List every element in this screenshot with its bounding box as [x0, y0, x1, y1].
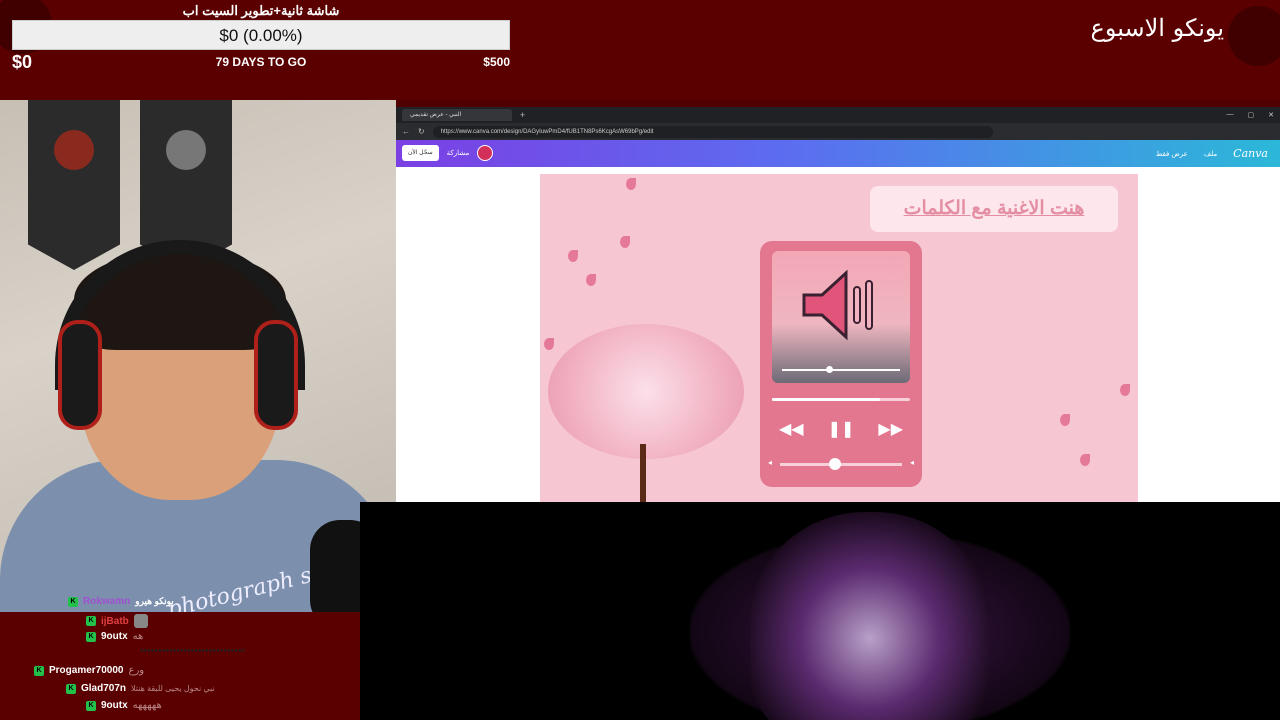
- canva-toolbar: سجّل الآن مشاركة عرض فقط ملف Canva: [396, 140, 1280, 167]
- webcam-feed: photograph story: [0, 100, 396, 612]
- playback-progress-fill: [772, 398, 880, 401]
- anime-character: [750, 512, 990, 720]
- goal-target: $500: [483, 55, 510, 69]
- volume-high-icon: ◂: [909, 458, 914, 467]
- chat-message: K 9outx هههههه: [86, 700, 162, 711]
- volume-knob[interactable]: [828, 458, 841, 470]
- back-icon[interactable]: ←: [402, 127, 410, 136]
- petal: [626, 178, 636, 190]
- toolbar-left: سجّل الآن مشاركة: [402, 145, 494, 161]
- player-screen: [772, 251, 910, 383]
- kick-badge-icon: K: [86, 616, 96, 626]
- petal: [544, 338, 554, 350]
- petal: [620, 236, 630, 248]
- headset-earcup: [254, 320, 298, 430]
- wall-banner: [28, 100, 120, 270]
- reload-icon[interactable]: ↻: [418, 127, 425, 136]
- fast-forward-icon[interactable]: ▶▶: [878, 419, 903, 439]
- kick-badge-icon: K: [86, 631, 96, 642]
- chat-overlay: K Rokwamn يونكو هيرو KijBatb K 9outx هه ●●●●…: [0, 596, 360, 720]
- volume-low-icon: ◂: [768, 458, 773, 467]
- seek-handle[interactable]: [826, 366, 833, 373]
- share-button[interactable]: مشاركة: [447, 149, 470, 157]
- chat-message: K Progamer70000 ورع: [34, 665, 144, 676]
- volume-slider[interactable]: ◂ ◂: [768, 458, 914, 470]
- goal-title: شاشة ثانية+تطوير السيت اب: [182, 3, 340, 18]
- file-menu[interactable]: ملف: [1204, 150, 1217, 158]
- kick-badge-icon: K: [66, 683, 76, 694]
- petal: [1120, 384, 1130, 396]
- goal-progress-bar: $0 (0.00%): [12, 20, 510, 50]
- music-player: ◀◀ ❚❚ ▶▶ ◂ ◂: [760, 241, 922, 487]
- goal-info-row: $0 79 DAYS TO GO $500: [12, 50, 510, 74]
- kick-badge-icon: K: [68, 596, 78, 607]
- presentation-slide: هنت الاغنية مع الكلمات ◀◀ ❚❚ ▶▶ ◂ ◂: [540, 174, 1138, 502]
- slide-title: هنت الاغنية مع الكلمات: [870, 186, 1118, 232]
- canva-logo[interactable]: Canva: [1233, 147, 1268, 160]
- emote-icon: [133, 614, 148, 628]
- donation-goal: شاشة ثانية+تطوير السيت اب $0 (0.00%) $0 …: [12, 2, 510, 74]
- chat-message: K Glad707n نبي نحول يحيى للبقة هنتلا: [66, 683, 215, 694]
- cherry-tree-crown: [548, 324, 744, 459]
- toolbar-right: عرض فقط ملف Canva: [1156, 147, 1268, 160]
- petal: [568, 250, 578, 262]
- maximize-icon[interactable]: ▢: [1248, 111, 1255, 119]
- anime-video-feed: [360, 502, 1280, 720]
- address-bar-row: ← ↻ https://www.canva.com/design/DAGyIuw…: [396, 123, 1280, 140]
- close-icon[interactable]: ✕: [1268, 111, 1274, 119]
- cherry-tree-trunk: [640, 444, 646, 502]
- pause-icon[interactable]: ❚❚: [828, 419, 855, 439]
- tab-canva[interactable]: النبي - عرض تقديمي: [402, 109, 512, 121]
- login-button[interactable]: سجّل الآن: [402, 145, 439, 161]
- minimize-icon[interactable]: —: [1227, 111, 1234, 119]
- screen-seek-bar[interactable]: [782, 366, 900, 373]
- window-controls: — ▢ ✕: [1227, 111, 1280, 119]
- goal-days-left: 79 DAYS TO GO: [215, 55, 307, 69]
- petal: [1080, 454, 1090, 466]
- chat-message: K 9outx هه: [86, 631, 143, 642]
- wolf-emblem-icon: [166, 130, 206, 170]
- kick-badge-icon: K: [34, 665, 44, 676]
- chat-message: KijBatb: [86, 614, 148, 628]
- playback-progress[interactable]: [772, 398, 910, 401]
- speaker-icon: [802, 269, 873, 341]
- avatar[interactable]: [477, 145, 494, 161]
- view-only-button[interactable]: عرض فقط: [1156, 150, 1188, 158]
- chat-message: K Rokwamn يونكو هيرو: [68, 596, 174, 607]
- headset-earcup: [58, 320, 102, 430]
- kick-badge-icon: K: [86, 700, 96, 711]
- dragon-logo-icon: [1228, 6, 1280, 66]
- rewind-icon[interactable]: ◀◀: [779, 419, 804, 439]
- browser-window: النبي - عرض تقديمي + — ▢ ✕ ← ↻ https://w…: [396, 107, 1280, 502]
- week-title: يونكو الاسبوع: [1090, 14, 1224, 42]
- dragon-emblem-icon: [54, 130, 94, 170]
- petal: [1060, 414, 1070, 426]
- chat-message: ●●●●●●●●●●●●●●●●●●●●●●●●●●●●●: [140, 648, 246, 654]
- new-tab-icon[interactable]: +: [520, 110, 525, 120]
- url-field[interactable]: https://www.canva.com/design/DAGyIuwPmD4…: [432, 125, 993, 138]
- playback-controls: ◀◀ ❚❚ ▶▶: [760, 419, 922, 439]
- tab-bar: النبي - عرض تقديمي + — ▢ ✕: [396, 107, 1280, 123]
- petal: [586, 274, 596, 286]
